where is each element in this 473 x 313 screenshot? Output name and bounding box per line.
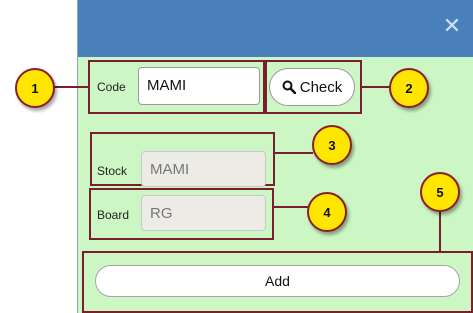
stock-label: Stock: [97, 164, 128, 178]
close-icon[interactable]: ✕: [441, 16, 463, 38]
callout-line-2: [362, 86, 390, 88]
callout-line-1: [54, 86, 88, 88]
board-label: Board: [97, 208, 130, 222]
callout-badge-3: 3: [312, 125, 352, 165]
callout-badge-5: 5: [420, 172, 460, 212]
callout-badge-1: 1: [15, 68, 55, 108]
callout-badge-4: 4: [307, 192, 347, 232]
check-button[interactable]: Check: [269, 68, 355, 106]
dialog-edge: [77, 0, 78, 313]
code-label: Code: [97, 80, 126, 94]
callout-line-5: [439, 209, 441, 251]
add-button[interactable]: Add: [95, 265, 460, 297]
check-button-label: Check: [299, 78, 343, 96]
callout-line-4: [274, 206, 308, 208]
callout-line-3: [275, 152, 313, 154]
code-input[interactable]: MAMI: [138, 67, 260, 105]
board-field: RG: [141, 195, 266, 231]
dialog-titlebar: [77, 0, 473, 57]
search-icon: [282, 80, 296, 94]
add-button-label: Add: [265, 273, 290, 289]
stock-field: MAMI: [141, 151, 266, 187]
callout-badge-2: 2: [389, 68, 429, 108]
